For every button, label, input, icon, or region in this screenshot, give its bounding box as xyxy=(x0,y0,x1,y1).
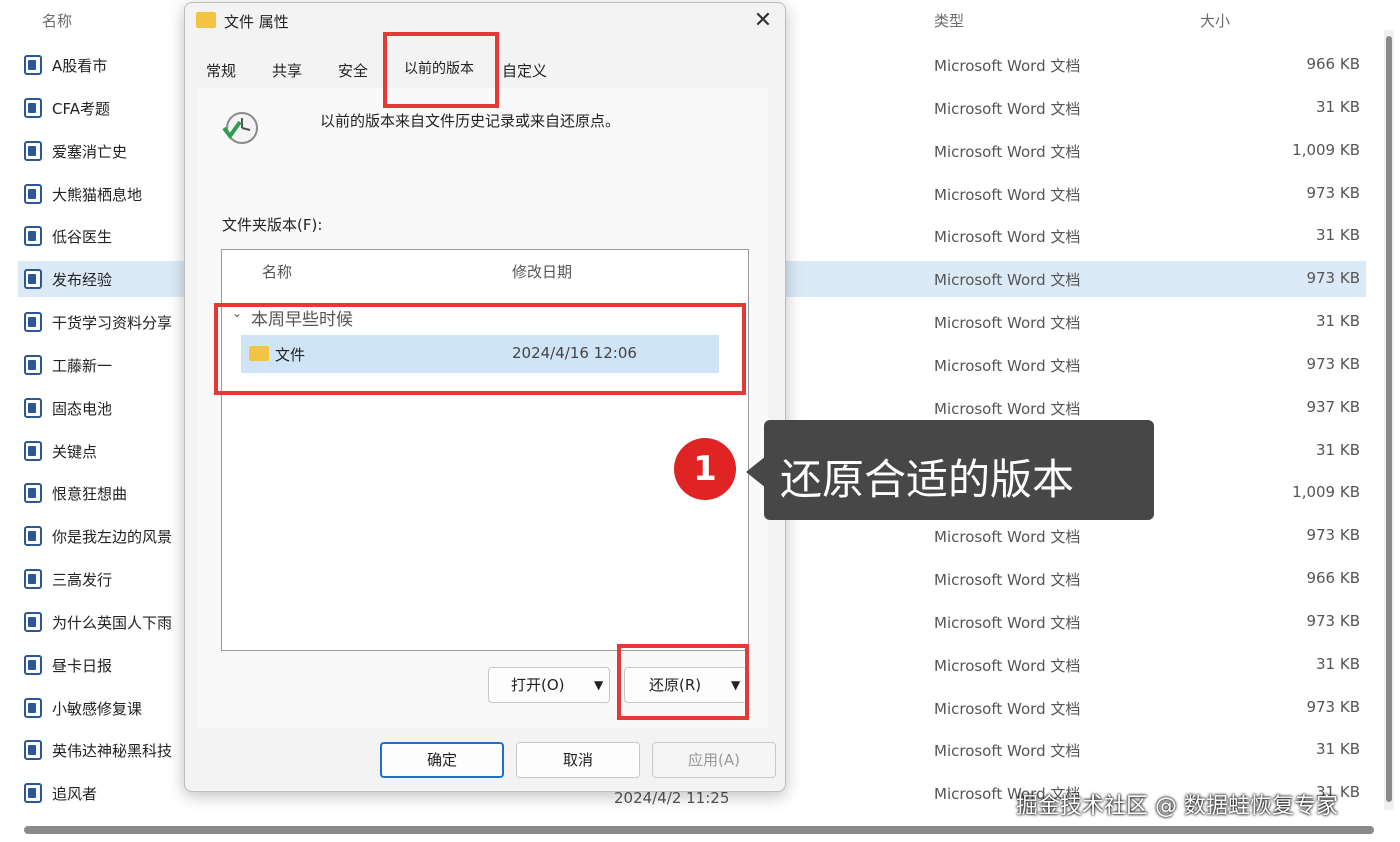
file-type: Microsoft Word 文档 xyxy=(934,314,1081,332)
file-type: Microsoft Word 文档 xyxy=(934,700,1081,718)
folder-icon xyxy=(196,12,216,28)
file-size: 31 KB xyxy=(1316,655,1360,673)
file-size: 973 KB xyxy=(1306,612,1360,630)
tab-customize[interactable]: 自定义 xyxy=(502,60,547,81)
file-type: Microsoft Word 文档 xyxy=(934,400,1081,418)
file-size: 973 KB xyxy=(1306,526,1360,544)
file-size: 1,009 KB xyxy=(1292,141,1360,159)
column-header-size[interactable]: 大小 xyxy=(1200,10,1230,31)
column-header-type[interactable]: 类型 xyxy=(934,10,964,31)
file-type: Microsoft Word 文档 xyxy=(934,657,1081,675)
file-type: Microsoft Word 文档 xyxy=(934,143,1081,161)
word-doc-icon xyxy=(24,226,42,246)
file-type: Microsoft Word 文档 xyxy=(934,57,1081,75)
apply-button[interactable]: 应用(A) xyxy=(652,742,776,778)
word-doc-icon xyxy=(24,698,42,718)
word-doc-icon xyxy=(24,184,42,204)
open-button[interactable]: 打开(O) xyxy=(488,667,610,703)
column-header-name[interactable]: 名称 xyxy=(42,10,72,31)
tab-security[interactable]: 安全 xyxy=(338,60,368,81)
word-doc-icon xyxy=(24,141,42,161)
file-name: 低谷医生 xyxy=(52,228,113,246)
file-size: 31 KB xyxy=(1316,312,1360,330)
word-doc-icon xyxy=(24,269,42,289)
file-size: 973 KB xyxy=(1306,269,1360,287)
vertical-scrollbar-thumb[interactable] xyxy=(1386,36,1392,802)
word-doc-icon xyxy=(24,569,42,589)
file-size: 31 KB xyxy=(1316,98,1360,116)
word-doc-icon xyxy=(24,655,42,675)
file-type: Microsoft Word 文档 xyxy=(934,614,1081,632)
file-type: Microsoft Word 文档 xyxy=(934,528,1081,546)
file-size: 937 KB xyxy=(1306,398,1360,416)
word-doc-icon xyxy=(24,740,42,760)
file-name: 追风者 xyxy=(52,785,98,803)
file-history-icon xyxy=(222,112,258,144)
file-name: 关键点 xyxy=(52,443,98,461)
file-name: 大熊猫栖息地 xyxy=(52,186,143,204)
file-name: 发布经验 xyxy=(52,271,113,289)
close-icon[interactable]: ✕ xyxy=(748,8,778,34)
highlight-box-version xyxy=(214,303,746,395)
file-size: 966 KB xyxy=(1306,55,1360,73)
callout-text: 还原合适的版本 xyxy=(780,455,1075,504)
step-number-badge: 1 xyxy=(674,438,736,500)
file-name: 你是我左边的风景 xyxy=(52,528,173,546)
cancel-button[interactable]: 取消 xyxy=(516,742,640,778)
file-size: 1,009 KB xyxy=(1292,483,1360,501)
word-doc-icon xyxy=(24,783,42,803)
word-doc-icon xyxy=(24,355,42,375)
file-name: 英伟达神秘黑科技 xyxy=(52,742,173,760)
file-name: 昼卡日报 xyxy=(52,657,113,675)
ok-button[interactable]: 确定 xyxy=(380,742,504,778)
file-size: 966 KB xyxy=(1306,569,1360,587)
file-name: 为什么英国人下雨 xyxy=(52,614,173,632)
file-name: 爱塞消亡史 xyxy=(52,143,128,161)
folder-versions-label: 文件夹版本(F): xyxy=(222,216,323,234)
list-header-date[interactable]: 修改日期 xyxy=(512,261,572,282)
file-size: 31 KB xyxy=(1316,226,1360,244)
file-name: 恨意狂想曲 xyxy=(52,485,128,503)
file-name: 固态电池 xyxy=(52,400,113,418)
word-doc-icon xyxy=(24,55,42,75)
list-header-name[interactable]: 名称 xyxy=(262,261,292,282)
word-doc-icon xyxy=(24,483,42,503)
file-type: Microsoft Word 文档 xyxy=(934,357,1081,375)
file-size: 31 KB xyxy=(1316,441,1360,459)
file-size: 973 KB xyxy=(1306,355,1360,373)
tab-general[interactable]: 常规 xyxy=(206,60,236,81)
file-name: 工藤新一 xyxy=(52,357,113,375)
file-type: Microsoft Word 文档 xyxy=(934,271,1081,289)
watermark-text: 掘金技术社区 @ 数据蛙恢复专家 xyxy=(1016,794,1338,819)
file-name: A股看市 xyxy=(52,57,108,75)
file-type: Microsoft Word 文档 xyxy=(934,228,1081,246)
file-name: CFA考题 xyxy=(52,100,110,118)
word-doc-icon xyxy=(24,441,42,461)
tab-sharing[interactable]: 共享 xyxy=(272,60,302,81)
previous-versions-description: 以前的版本来自文件历史记录或来自还原点。 xyxy=(320,112,621,130)
file-type: Microsoft Word 文档 xyxy=(934,742,1081,760)
word-doc-icon xyxy=(24,398,42,418)
file-size: 973 KB xyxy=(1306,698,1360,716)
file-type: Microsoft Word 文档 xyxy=(934,571,1081,589)
file-type: Microsoft Word 文档 xyxy=(934,186,1081,204)
file-size: 973 KB xyxy=(1306,184,1360,202)
horizontal-scrollbar[interactable] xyxy=(24,826,1374,834)
highlight-box-restore xyxy=(617,644,749,720)
file-name: 干货学习资料分享 xyxy=(52,314,173,332)
word-doc-icon xyxy=(24,612,42,632)
file-name: 三高发行 xyxy=(52,571,113,589)
callout-pointer xyxy=(746,456,766,488)
open-dropdown-arrow[interactable]: ▼ xyxy=(594,678,603,692)
word-doc-icon xyxy=(24,526,42,546)
file-size: 31 KB xyxy=(1316,740,1360,758)
highlight-box-tab xyxy=(383,32,499,108)
word-doc-icon xyxy=(24,98,42,118)
file-name: 小敏感修复课 xyxy=(52,700,143,718)
dialog-title: 文件 属性 xyxy=(224,13,289,31)
word-doc-icon xyxy=(24,312,42,332)
file-type: Microsoft Word 文档 xyxy=(934,100,1081,118)
